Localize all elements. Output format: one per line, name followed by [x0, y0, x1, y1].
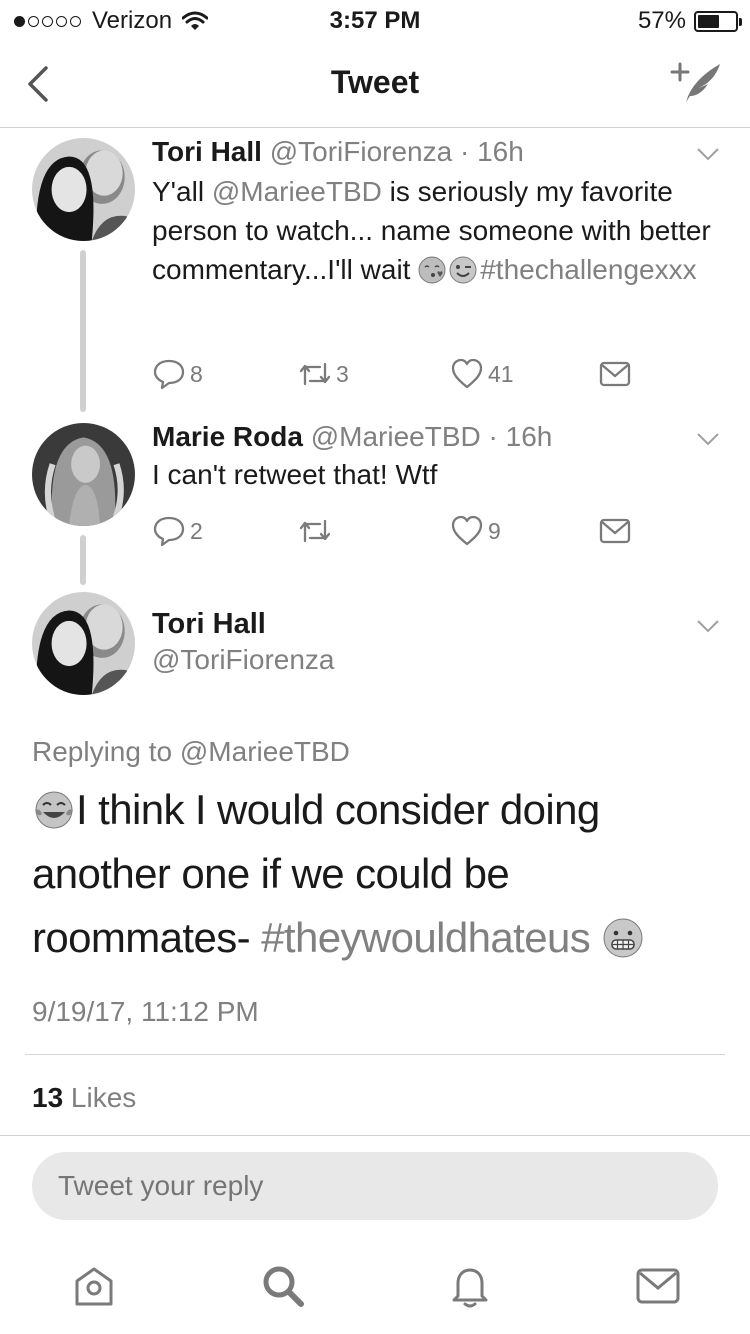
avatar[interactable]: [32, 423, 135, 526]
battery-percent: 57%: [637, 7, 686, 34]
tweet-actions: 8 3 41: [152, 358, 652, 394]
tab-bar: [0, 1244, 750, 1334]
tweet-text: I can't retweet that! Wtf: [152, 459, 438, 490]
author-name[interactable]: Tori Hall: [152, 608, 266, 641]
replying-to-link[interactable]: @MarieeTBD: [180, 736, 350, 767]
page-title: Tweet: [330, 64, 420, 100]
thread-line: [80, 250, 86, 412]
envelope-icon: [599, 361, 631, 387]
hashtag-link[interactable]: #thechallengexxx: [480, 254, 696, 285]
author-handle[interactable]: @ToriFiorenza: [270, 136, 452, 167]
mention-link[interactable]: @MarieeTBD: [212, 176, 382, 207]
compose-quill-icon[interactable]: [668, 58, 724, 106]
divider: [0, 1135, 750, 1136]
author-name[interactable]: Tori Hall: [152, 136, 262, 167]
reply-icon: [153, 359, 185, 390]
battery-icon: [694, 10, 742, 32]
tears-of-joy-emoji: [35, 791, 73, 829]
avatar[interactable]: [32, 138, 135, 241]
retweet-button[interactable]: 3: [298, 358, 349, 390]
retweet-button[interactable]: [298, 515, 336, 547]
nav-bar: Tweet: [0, 40, 750, 128]
chevron-down-icon[interactable]: [696, 618, 720, 634]
notifications-icon[interactable]: [446, 1262, 494, 1310]
reply-button[interactable]: 2: [152, 515, 203, 547]
author-handle[interactable]: @MarieeTBD: [311, 421, 481, 452]
search-icon[interactable]: [259, 1262, 307, 1310]
retweet-icon: [299, 519, 331, 543]
main-tweet-text: I think I would consider doing another o…: [32, 778, 722, 970]
direct-message-button[interactable]: [598, 358, 636, 390]
like-button[interactable]: 9: [450, 515, 501, 547]
direct-message-button[interactable]: [598, 515, 636, 547]
heart-icon: [451, 358, 483, 389]
tweet-date: 9/19/17, 11:12 PM: [32, 996, 259, 1027]
reply-input[interactable]: [58, 1152, 678, 1220]
heart-icon: [451, 515, 483, 546]
tweet-time: · 16h: [488, 421, 553, 452]
chevron-down-icon[interactable]: [696, 146, 720, 162]
thread-tweet-2[interactable]: Marie Roda @MarieeTBD · 16h I can't retw…: [0, 421, 750, 591]
tweet-header: Tori Hall @ToriFiorenza · 16h: [152, 136, 524, 168]
status-bar: Verizon 3:57 PM 57%: [0, 0, 750, 40]
author-name[interactable]: Marie Roda: [152, 421, 303, 452]
divider: [25, 1054, 725, 1055]
kissing-face-emoji: [418, 256, 446, 284]
tweet-text: Y'all @MarieeTBD is seriously my favorit…: [152, 176, 711, 285]
home-icon[interactable]: [70, 1262, 118, 1310]
avatar[interactable]: [32, 592, 135, 695]
tweet-header: Marie Roda @MarieeTBD · 16h: [152, 421, 552, 453]
chevron-down-icon[interactable]: [696, 431, 720, 447]
replying-to: Replying to @MarieeTBD: [32, 736, 350, 767]
thread-line: [80, 535, 86, 585]
envelope-icon: [599, 518, 631, 544]
messages-icon[interactable]: [634, 1262, 682, 1310]
likes-count[interactable]: 13 Likes: [32, 1082, 136, 1114]
like-button[interactable]: 41: [450, 358, 514, 390]
retweet-icon: [299, 362, 331, 386]
author-handle[interactable]: @ToriFiorenza: [152, 644, 334, 676]
hashtag-link[interactable]: #theywouldhateus: [261, 914, 591, 961]
thread-tweet-1[interactable]: Tori Hall @ToriFiorenza · 16h Y'all @Mar…: [0, 136, 750, 412]
tweet-time: · 16h: [459, 136, 524, 167]
reply-button[interactable]: 8: [152, 358, 203, 390]
reply-box[interactable]: [32, 1152, 718, 1220]
tweet-actions: 2 9: [152, 515, 652, 551]
main-tweet: Tori Hall @ToriFiorenza Replying to @Mar…: [0, 590, 750, 1113]
grimacing-face-emoji: [603, 918, 643, 958]
winking-face-emoji: [449, 256, 477, 284]
status-right: 57%: [637, 7, 742, 35]
reply-icon: [153, 516, 185, 547]
